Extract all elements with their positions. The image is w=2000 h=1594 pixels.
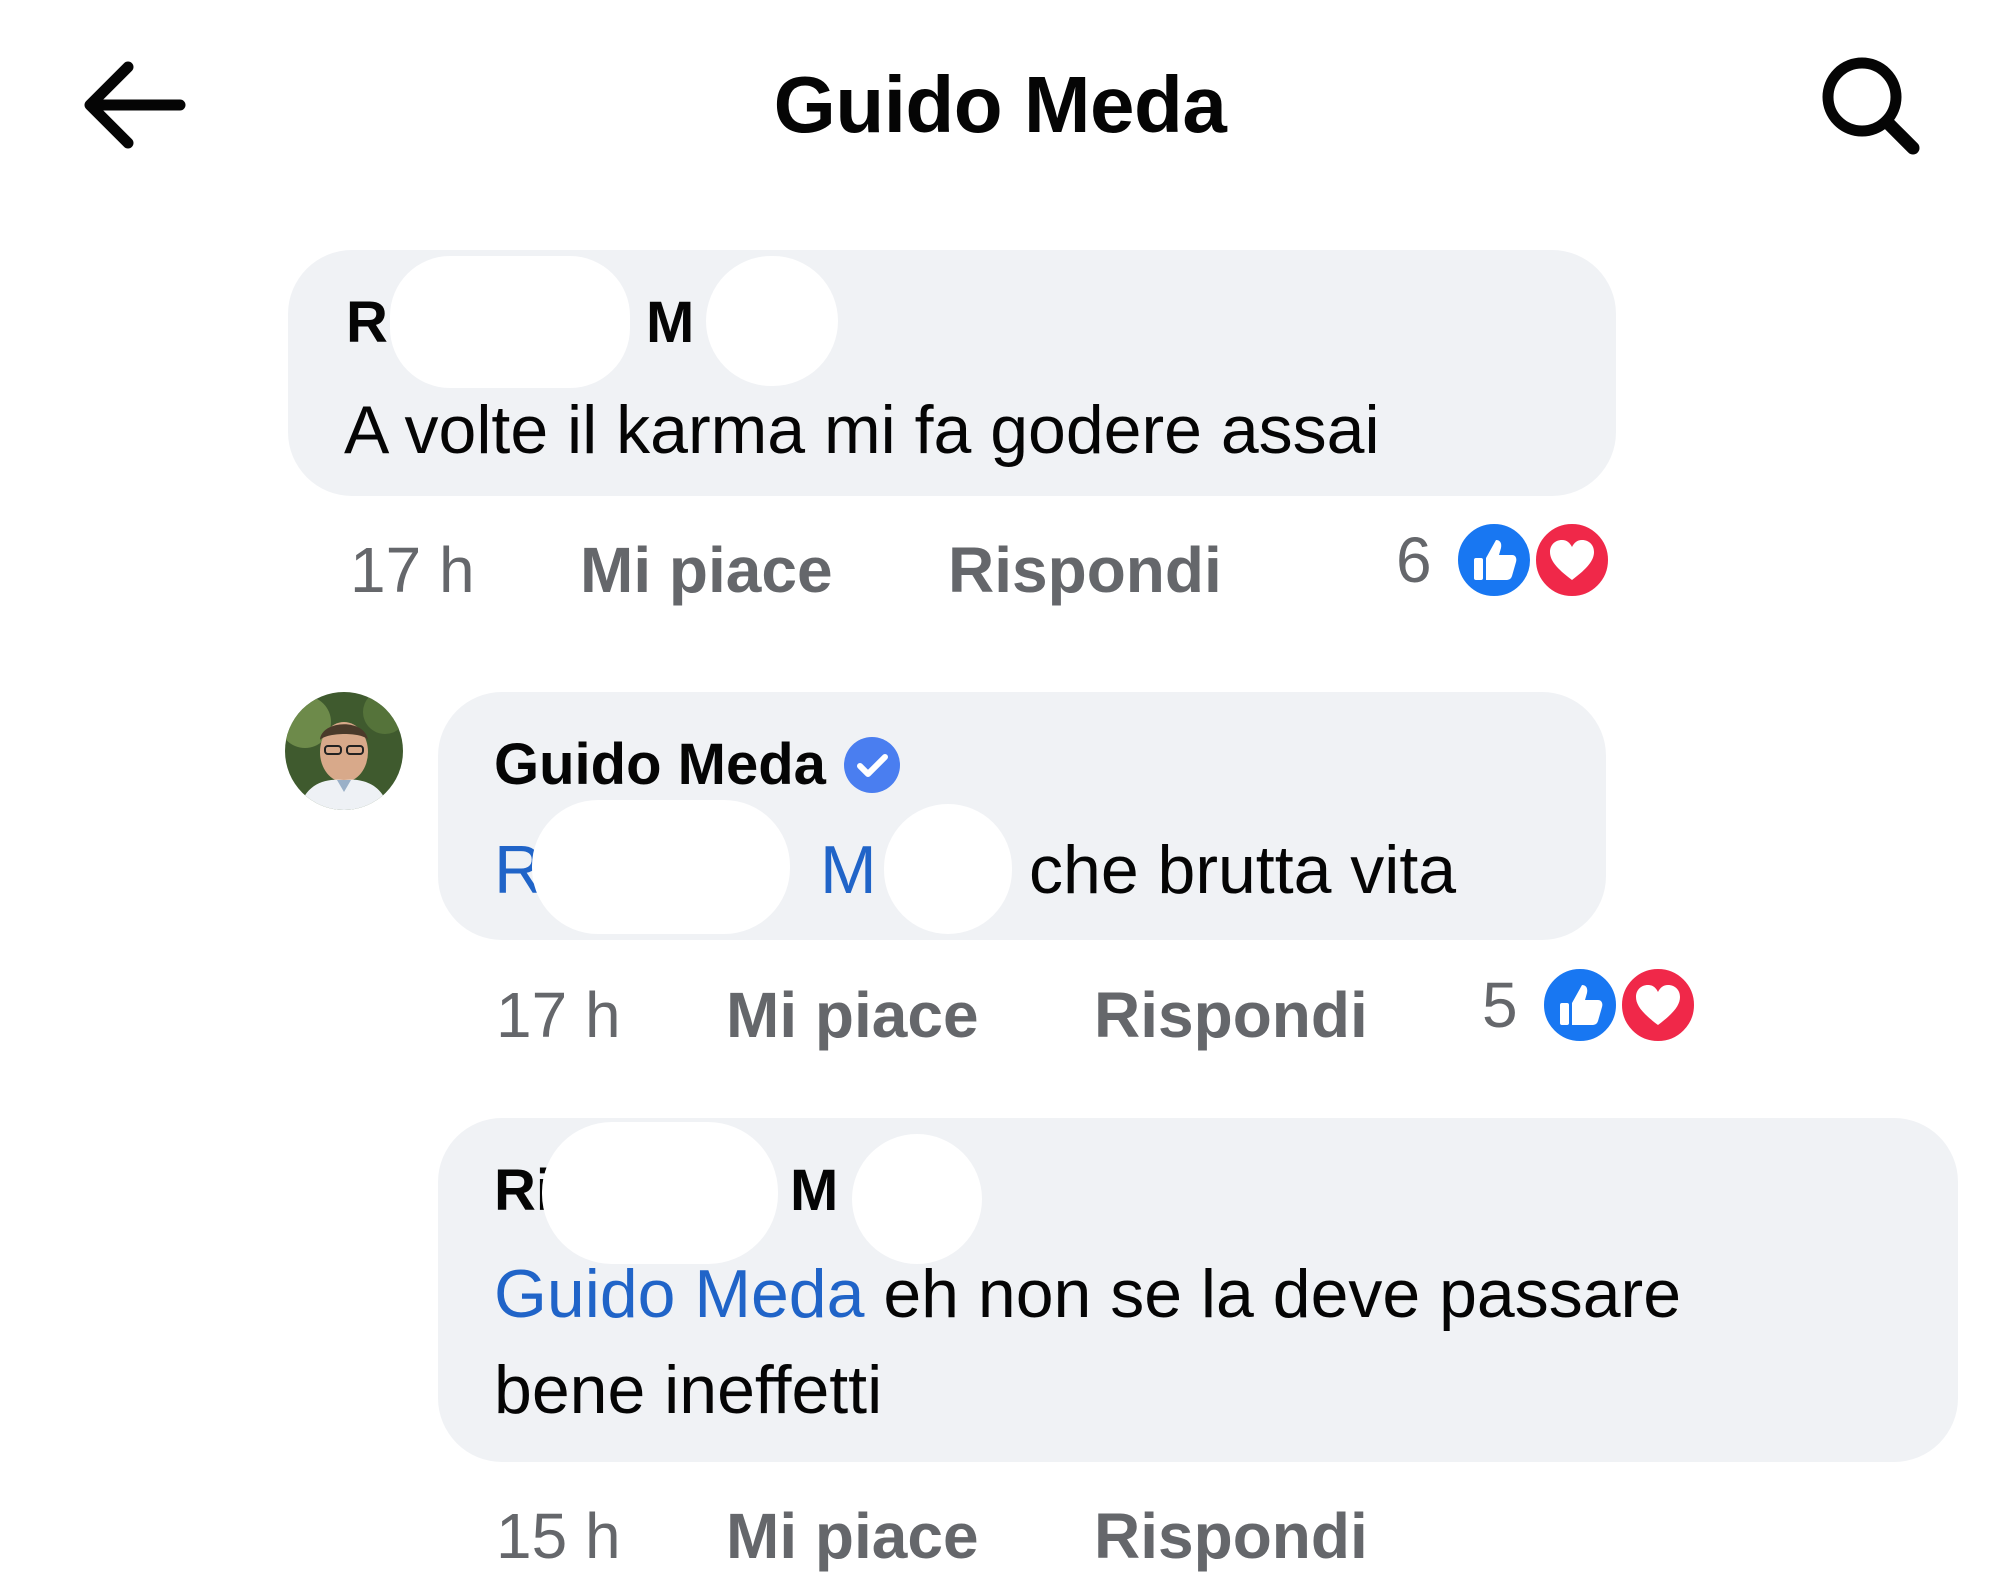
- comment-text-line: eh non se la deve passare: [864, 1256, 1682, 1332]
- like-button[interactable]: Mi piace: [726, 1496, 979, 1576]
- comment-time[interactable]: 17 h: [350, 530, 475, 610]
- verified-badge-icon: [843, 736, 900, 793]
- reply-button[interactable]: Rispondi: [1094, 975, 1368, 1055]
- comment-bubble[interactable]: R M A volte il karma mi fa godere assai: [288, 250, 1616, 496]
- reactions-summary[interactable]: 6: [1396, 520, 1616, 600]
- comment-actions: 17 h Mi piace Rispondi 5: [496, 965, 1698, 1055]
- comment-time[interactable]: 17 h: [496, 975, 621, 1055]
- redaction-mark: [542, 1122, 778, 1264]
- mention-link[interactable]: Guido Meda: [494, 1256, 864, 1332]
- comment-author-name: Guido Meda: [494, 732, 826, 797]
- redaction-mark: [852, 1134, 982, 1264]
- redaction-mark: [390, 256, 630, 388]
- avatar[interactable]: [285, 692, 403, 810]
- page-title: Guido Meda: [773, 60, 1227, 149]
- search-button[interactable]: [1815, 50, 1925, 160]
- comment-text: Guido Meda eh non se la deve passare: [494, 1246, 1681, 1342]
- like-button[interactable]: Mi piace: [580, 530, 833, 610]
- redaction-mark: [884, 804, 1012, 934]
- comment-bubble[interactable]: Guido Meda R M che brutta vita: [438, 692, 1606, 940]
- profile-photo: [285, 692, 403, 810]
- redaction-mark: [706, 256, 838, 386]
- search-icon: [1822, 57, 1920, 155]
- reaction-count: 6: [1396, 524, 1432, 596]
- reactions-summary[interactable]: 5: [1482, 965, 1702, 1045]
- like-reaction-icon: [1454, 520, 1534, 600]
- comment-actions: 17 h Mi piace Rispondi 6: [350, 520, 1650, 610]
- reaction-count: 5: [1482, 969, 1518, 1041]
- redaction-mark: [532, 800, 790, 934]
- comment-bubble[interactable]: Ri M Guido Meda eh non se la deve passar…: [438, 1118, 1958, 1462]
- mention-link[interactable]: M: [820, 822, 877, 918]
- love-reaction-icon: [1618, 965, 1698, 1045]
- reply-button[interactable]: Rispondi: [948, 530, 1222, 610]
- comment-author[interactable]: Guido Meda: [494, 730, 902, 800]
- comment-author-initial[interactable]: R: [346, 288, 388, 358]
- comment-actions: 15 h Mi piace Rispondi: [496, 1496, 1696, 1576]
- love-reaction-icon: [1532, 520, 1612, 600]
- comment-text-line: bene ineffetti: [494, 1352, 883, 1428]
- top-bar: Guido Meda: [0, 0, 2000, 210]
- comment-author-initial[interactable]: M: [646, 288, 694, 358]
- like-button[interactable]: Mi piace: [726, 975, 979, 1055]
- comment-text: A volte il karma mi fa godere assai: [344, 392, 1380, 468]
- like-reaction-icon: [1540, 965, 1620, 1045]
- comment-time[interactable]: 15 h: [496, 1496, 621, 1576]
- comment-author-initial[interactable]: M: [790, 1156, 838, 1226]
- comment-text: che brutta vita: [1029, 832, 1457, 908]
- reply-button[interactable]: Rispondi: [1094, 1496, 1368, 1576]
